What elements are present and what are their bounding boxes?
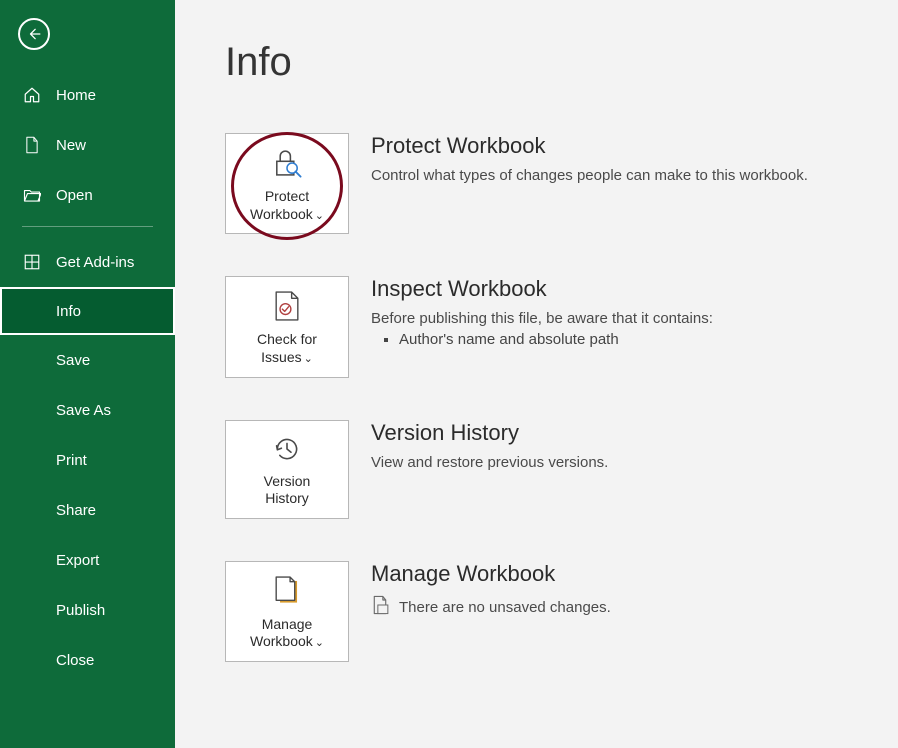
protect-workbook-tile[interactable]: Protect Workbook⌄: [225, 133, 349, 234]
sidebar-label-publish: Publish: [56, 602, 105, 619]
chevron-down-icon: ⌄: [315, 637, 324, 651]
manage-desc: There are no unsaved changes.: [399, 599, 611, 616]
protect-icon: [270, 146, 304, 180]
sidebar-item-close[interactable]: Close: [0, 635, 175, 685]
protect-tile-label: Protect Workbook⌄: [250, 188, 324, 223]
version-history-label: Version History: [264, 473, 311, 508]
row-version: Version History Version History View and…: [225, 420, 858, 519]
sidebar-label-info: Info: [56, 303, 81, 320]
inspect-bullet-1: Author's name and absolute path: [399, 331, 713, 348]
check-issues-icon: [271, 289, 303, 323]
row-inspect: Check for Issues⌄ Inspect Workbook Befor…: [225, 276, 858, 377]
sidebar-label-new: New: [56, 137, 86, 154]
sidebar-item-export[interactable]: Export: [0, 535, 175, 585]
manage-workbook-tile[interactable]: Manage Workbook⌄: [225, 561, 349, 662]
check-issues-tile[interactable]: Check for Issues⌄: [225, 276, 349, 377]
sidebar-item-open[interactable]: Open: [0, 170, 175, 220]
sidebar-label-addins: Get Add-ins: [56, 254, 134, 271]
sidebar-divider: [22, 226, 153, 227]
protect-section-text: Protect Workbook Control what types of c…: [371, 133, 808, 184]
sidebar-label-export: Export: [56, 552, 99, 569]
inspect-heading: Inspect Workbook: [371, 276, 713, 302]
protect-desc: Control what types of changes people can…: [371, 167, 808, 184]
sidebar-label-print: Print: [56, 452, 87, 469]
chevron-down-icon: ⌄: [315, 210, 324, 224]
row-manage: Manage Workbook⌄ Manage Workbook There a…: [225, 561, 858, 662]
sidebar-label-close: Close: [56, 652, 94, 669]
check-issues-label: Check for Issues⌄: [257, 331, 317, 366]
manage-heading: Manage Workbook: [371, 561, 611, 587]
sidebar-label-open: Open: [56, 187, 93, 204]
main-content: Info Protect Workbook⌄ Protect Workbook …: [175, 0, 898, 748]
manage-workbook-label: Manage Workbook⌄: [250, 616, 324, 651]
sidebar-label-share: Share: [56, 502, 96, 519]
sidebar-label-saveas: Save As: [56, 402, 111, 419]
sidebar-label-home: Home: [56, 87, 96, 104]
new-icon: [22, 135, 42, 155]
manage-section-text: Manage Workbook There are no unsaved cha…: [371, 561, 611, 620]
sidebar: Home New Open Get Add-ins Info Save Save…: [0, 0, 175, 748]
version-heading: Version History: [371, 420, 608, 446]
inspect-desc: Before publishing this file, be aware th…: [371, 310, 713, 327]
addins-icon: [22, 252, 42, 272]
manage-workbook-icon: [271, 574, 303, 608]
sidebar-item-info[interactable]: Info: [0, 287, 175, 335]
chevron-down-icon: ⌄: [304, 353, 313, 367]
inspect-section-text: Inspect Workbook Before publishing this …: [371, 276, 713, 348]
sidebar-item-save[interactable]: Save: [0, 335, 175, 385]
sidebar-item-home[interactable]: Home: [0, 70, 175, 120]
sidebar-item-publish[interactable]: Publish: [0, 585, 175, 635]
sidebar-item-new[interactable]: New: [0, 120, 175, 170]
sidebar-item-share[interactable]: Share: [0, 485, 175, 535]
inspect-bullets: Author's name and absolute path: [371, 331, 713, 348]
version-history-tile[interactable]: Version History: [225, 420, 349, 519]
sidebar-item-saveas[interactable]: Save As: [0, 385, 175, 435]
version-history-icon: [271, 433, 303, 465]
sidebar-item-addins[interactable]: Get Add-ins: [0, 237, 175, 287]
protect-heading: Protect Workbook: [371, 133, 808, 159]
version-desc: View and restore previous versions.: [371, 454, 608, 471]
row-protect: Protect Workbook⌄ Protect Workbook Contr…: [225, 133, 858, 234]
back-arrow-icon: [27, 27, 41, 41]
document-icon: [371, 595, 389, 620]
open-icon: [22, 185, 42, 205]
back-button[interactable]: [18, 18, 50, 50]
home-icon: [22, 85, 42, 105]
version-section-text: Version History View and restore previou…: [371, 420, 608, 471]
sidebar-label-save: Save: [56, 352, 90, 369]
manage-status-row: There are no unsaved changes.: [371, 595, 611, 620]
page-title: Info: [225, 40, 858, 85]
sidebar-item-print[interactable]: Print: [0, 435, 175, 485]
